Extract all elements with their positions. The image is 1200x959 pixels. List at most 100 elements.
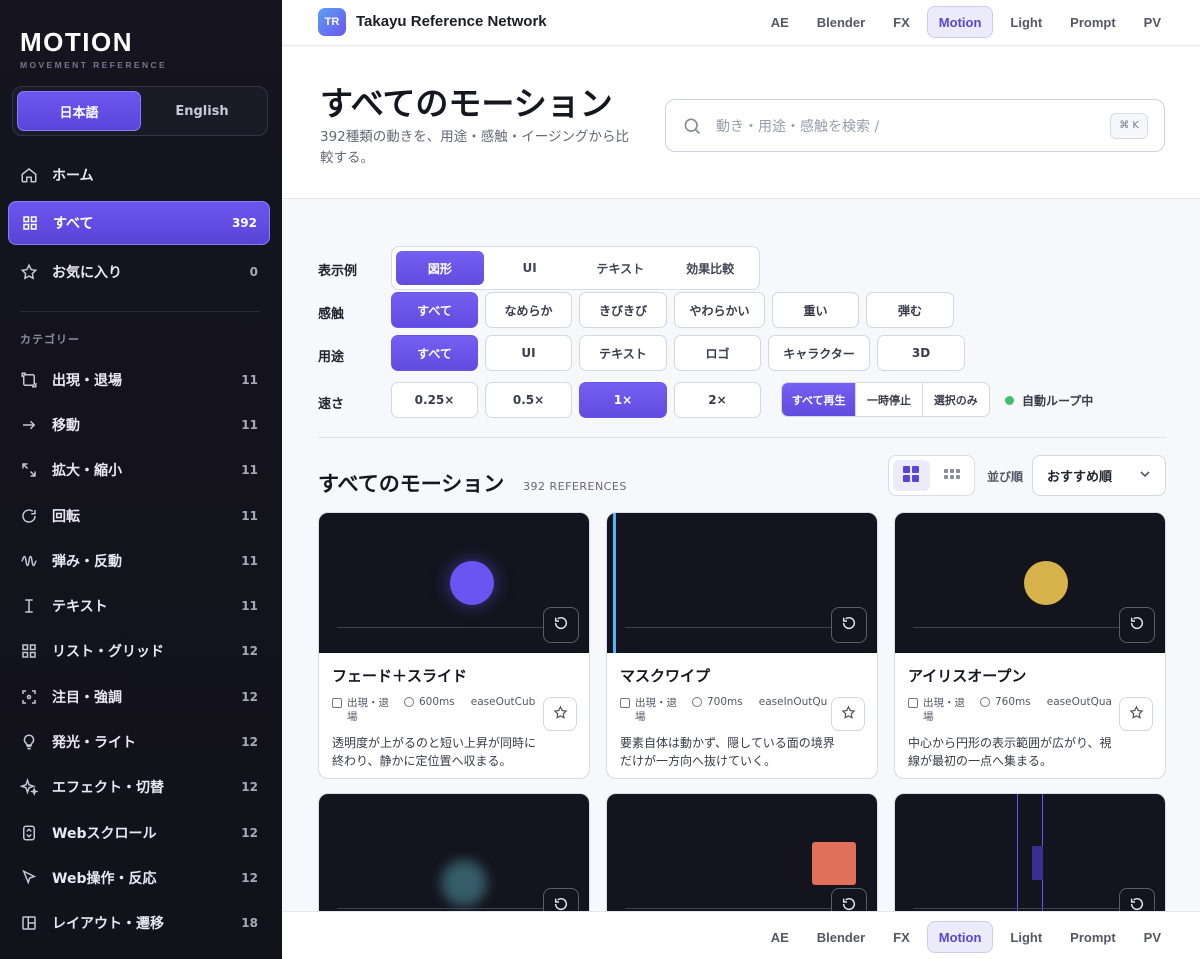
favorite-button[interactable] bbox=[831, 697, 865, 731]
display-option-shape[interactable]: 図形 bbox=[396, 251, 484, 285]
sidebar-item-effects[interactable]: エフェクト・切替 12 bbox=[8, 765, 270, 809]
sort-select[interactable]: おすすめ順 bbox=[1032, 455, 1166, 496]
preview-column-bar bbox=[1032, 846, 1043, 880]
use-chip-ui[interactable]: UI bbox=[485, 335, 572, 371]
preview-square-shape bbox=[812, 842, 856, 885]
motion-preview bbox=[319, 513, 589, 653]
sidebar-item-attention[interactable]: 注目・強調 12 bbox=[8, 675, 270, 719]
replay-button[interactable] bbox=[1119, 607, 1155, 643]
sidebar-item-scale[interactable]: 拡大・縮小 11 bbox=[8, 448, 270, 492]
use-chip-logo[interactable]: ロゴ bbox=[674, 335, 761, 371]
category-icon bbox=[908, 698, 918, 708]
speed-chip-2x[interactable]: 2× bbox=[674, 382, 761, 418]
playback-controls: すべて再生 一時停止 選択のみ bbox=[781, 382, 990, 417]
sparkle-icon bbox=[20, 778, 38, 796]
speed-chip-0-5x[interactable]: 0.5× bbox=[485, 382, 572, 418]
sidebar-item-label: ホーム bbox=[52, 168, 94, 184]
star-icon bbox=[553, 704, 568, 724]
sidebar-item-web-interaction[interactable]: Web操作・反応 12 bbox=[8, 856, 270, 900]
card-easing: easeOutQua bbox=[1046, 696, 1112, 708]
sidebar-item-move[interactable]: 移動 11 bbox=[8, 403, 270, 447]
pointer-icon bbox=[20, 869, 38, 887]
play-all-button[interactable]: すべて再生 bbox=[782, 383, 857, 416]
bottom-tab-ae[interactable]: AE bbox=[760, 921, 800, 953]
display-option-text[interactable]: テキスト bbox=[576, 251, 666, 285]
large-grid-view-button[interactable] bbox=[893, 460, 930, 491]
sidebar-item-appear-exit[interactable]: 出現・退場 11 bbox=[8, 358, 270, 402]
sidebar-item-label: テキスト bbox=[52, 599, 108, 615]
sidebar-item-layout-transition[interactable]: レイアウト・遷移 18 bbox=[8, 901, 270, 945]
sidebar-item-bounce[interactable]: 弾み・反動 11 bbox=[8, 539, 270, 583]
bottom-tab-blender[interactable]: Blender bbox=[806, 921, 876, 953]
brand-icon[interactable]: TR bbox=[318, 8, 346, 36]
feel-chip-snappy[interactable]: きびきび bbox=[579, 292, 667, 328]
sidebar-item-text[interactable]: テキスト 11 bbox=[8, 584, 270, 628]
bottom-tab-fx[interactable]: FX bbox=[882, 921, 921, 953]
display-option-compare[interactable]: 効果比較 bbox=[665, 251, 755, 285]
use-chip-character[interactable]: キャラクター bbox=[768, 335, 870, 371]
speed-chip-0-25x[interactable]: 0.25× bbox=[391, 382, 478, 418]
replay-button[interactable] bbox=[543, 607, 579, 643]
sidebar-item-label: Webスクロール bbox=[52, 826, 157, 842]
focus-icon bbox=[20, 688, 38, 706]
use-chip-3d[interactable]: 3D bbox=[877, 335, 965, 371]
sidebar-item-list-grid[interactable]: リスト・グリッド 12 bbox=[8, 629, 270, 673]
sidebar-item-favorites[interactable]: お気に入り 0 bbox=[8, 250, 270, 294]
motion-card[interactable]: マスクワイプ 出現・退場 700ms easeInOutQu 要素自体は動かず、… bbox=[606, 512, 878, 779]
card-duration-label: 600ms bbox=[419, 696, 455, 708]
progress-track bbox=[337, 627, 551, 628]
top-tab-pv[interactable]: PV bbox=[1133, 6, 1172, 38]
bottom-tab-pv[interactable]: PV bbox=[1133, 921, 1172, 953]
small-grid-icon bbox=[943, 465, 961, 487]
sidebar-item-rotate[interactable]: 回転 11 bbox=[8, 494, 270, 538]
top-tab-fx[interactable]: FX bbox=[882, 6, 921, 38]
small-grid-view-button[interactable] bbox=[934, 460, 971, 491]
motion-card[interactable]: フェード＋スライド 出現・退場 600ms easeOutCub 透明度が上がる… bbox=[318, 512, 590, 779]
sidebar-item-all[interactable]: すべて 392 bbox=[8, 201, 270, 245]
card-duration-label: 700ms bbox=[707, 696, 743, 708]
bottom-tab-motion[interactable]: Motion bbox=[926, 921, 994, 953]
feel-chip-smooth[interactable]: なめらか bbox=[485, 292, 572, 328]
clock-icon bbox=[404, 697, 414, 707]
sidebar-item-web-scroll[interactable]: Webスクロール 12 bbox=[8, 811, 270, 855]
card-category-label: 出現・退場 bbox=[635, 697, 677, 723]
bottom-tab-light[interactable]: Light bbox=[999, 921, 1053, 953]
feel-chip-all[interactable]: すべて bbox=[391, 292, 478, 328]
feel-chip-soft[interactable]: やわらかい bbox=[674, 292, 765, 328]
sidebar-item-count: 12 bbox=[241, 690, 258, 704]
feel-chip-heavy[interactable]: 重い bbox=[772, 292, 859, 328]
sidebar-item-glow[interactable]: 発光・ライト 12 bbox=[8, 720, 270, 764]
app-logo[interactable]: MOTION bbox=[20, 27, 133, 58]
feel-chip-bouncy[interactable]: 弾む bbox=[866, 292, 954, 328]
sidebar-item-label: 移動 bbox=[52, 418, 80, 434]
expand-icon bbox=[20, 461, 38, 479]
search-input[interactable]: 動き・用途・感触を検索 / ⌘ K bbox=[665, 99, 1165, 152]
lang-option-english[interactable]: English bbox=[141, 91, 263, 131]
speed-chip-1x[interactable]: 1× bbox=[579, 382, 667, 418]
sort-value: おすすめ順 bbox=[1047, 470, 1113, 485]
sidebar-item-label: Web操作・反応 bbox=[52, 871, 157, 887]
top-tab-prompt[interactable]: Prompt bbox=[1059, 6, 1127, 38]
use-chip-text[interactable]: テキスト bbox=[579, 335, 667, 371]
use-chip-all[interactable]: すべて bbox=[391, 335, 478, 371]
motion-card[interactable]: アイリスオープン 出現・退場 760ms easeOutQua 中心から円形の表… bbox=[894, 512, 1166, 779]
lang-option-japanese[interactable]: 日本語 bbox=[17, 91, 141, 131]
pause-button[interactable]: 一時停止 bbox=[856, 383, 923, 416]
top-tab-blender[interactable]: Blender bbox=[806, 6, 876, 38]
play-selected-button[interactable]: 選択のみ bbox=[923, 383, 989, 416]
clock-icon bbox=[980, 697, 990, 707]
favorite-button[interactable] bbox=[543, 697, 577, 731]
brand-name[interactable]: Takayu Reference Network bbox=[356, 13, 547, 30]
replay-button[interactable] bbox=[831, 607, 867, 643]
top-tab-ae[interactable]: AE bbox=[760, 6, 800, 38]
preview-wipe-line bbox=[613, 513, 616, 653]
favorite-button[interactable] bbox=[1119, 697, 1153, 731]
replay-icon bbox=[1129, 615, 1145, 635]
display-option-ui[interactable]: UI bbox=[484, 251, 576, 285]
sidebar-item-home[interactable]: ホーム bbox=[8, 153, 270, 197]
top-tab-light[interactable]: Light bbox=[999, 6, 1053, 38]
display-example-segmented: 図形 UI テキスト 効果比較 bbox=[391, 246, 760, 290]
top-tab-motion[interactable]: Motion bbox=[926, 6, 994, 38]
bottom-tab-prompt[interactable]: Prompt bbox=[1059, 921, 1127, 953]
card-title: マスクワイプ bbox=[620, 667, 711, 685]
